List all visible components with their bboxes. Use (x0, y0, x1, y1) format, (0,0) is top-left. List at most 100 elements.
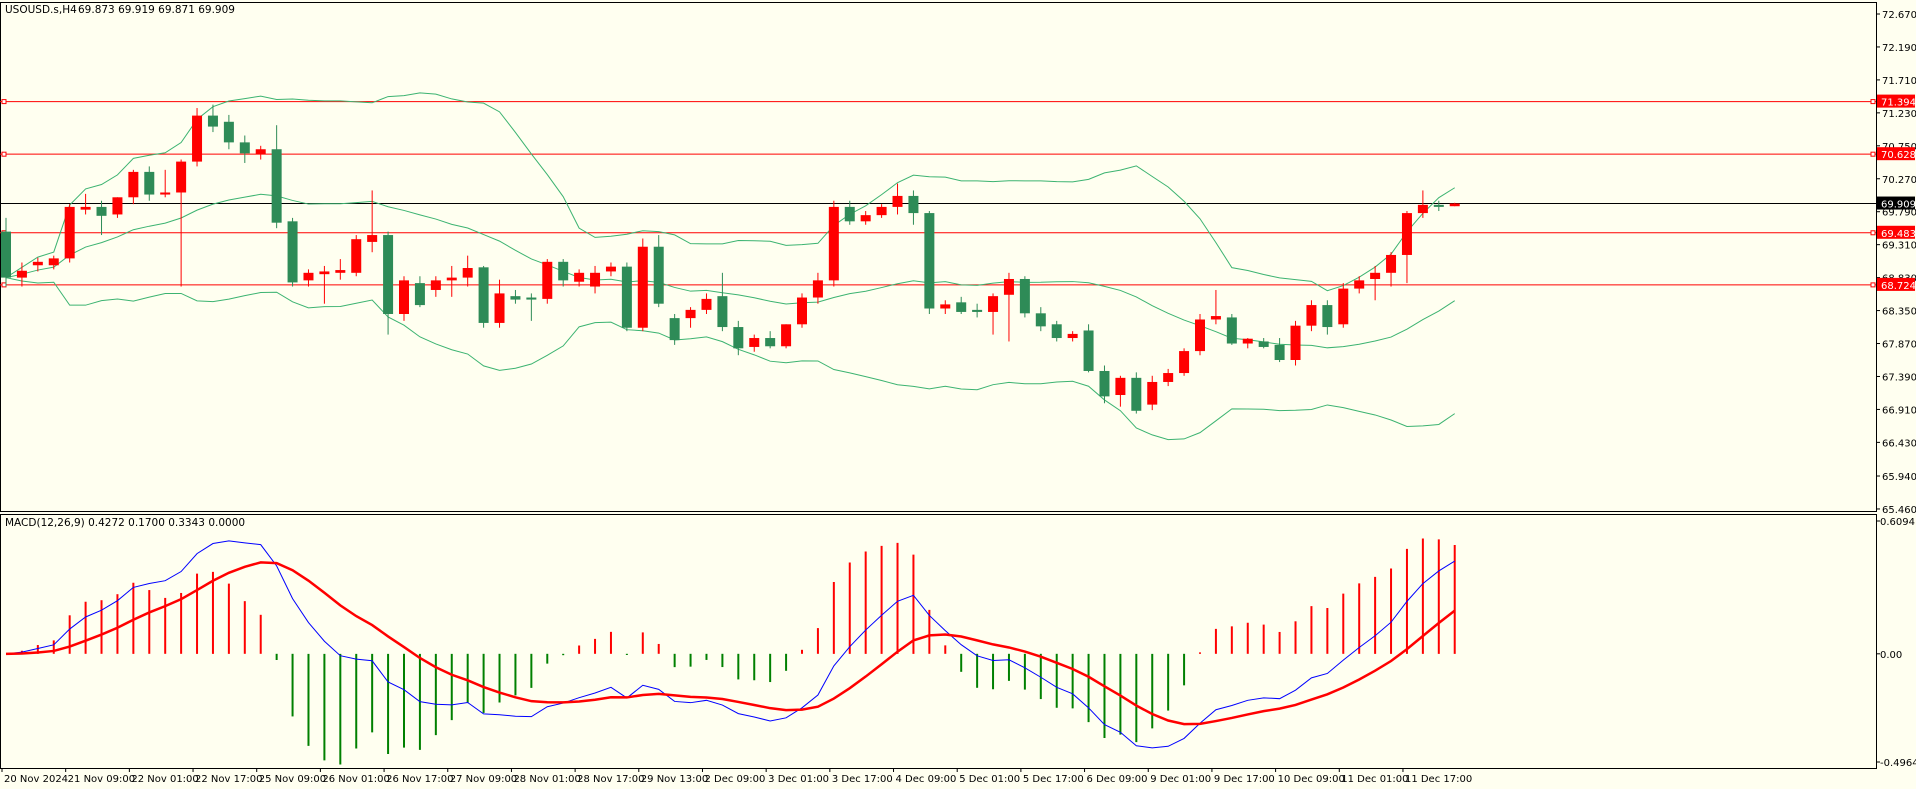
candle-body (478, 267, 489, 323)
candle (940, 300, 951, 315)
candle-body (510, 296, 521, 300)
level-price-label: 68.724 (1881, 281, 1916, 292)
candle (828, 200, 839, 287)
candle-body (765, 338, 776, 347)
candle (128, 169, 139, 205)
x-tick-label: 3 Dec 01:00 (768, 774, 829, 785)
macd-y-tick-label: -0.4964 (1880, 758, 1916, 769)
x-tick-label: 26 Nov 17:00 (386, 774, 453, 785)
candle (669, 314, 680, 345)
candle-body (1433, 204, 1444, 207)
main-panel-border (0, 2, 1877, 512)
candle-body (32, 261, 43, 266)
y-tick-label: 67.390 (1882, 372, 1916, 383)
candle (335, 259, 346, 280)
candle-body (892, 195, 903, 207)
candle (287, 217, 298, 287)
candle-body (526, 297, 537, 300)
candle-body (988, 296, 999, 312)
candle-body (1051, 324, 1062, 339)
candle (207, 104, 218, 133)
candle-body (223, 121, 234, 143)
candle-body (271, 149, 282, 223)
candle (988, 293, 999, 335)
candle-body (1306, 305, 1317, 326)
candle-body (1226, 317, 1237, 344)
candle (605, 262, 616, 277)
candle-body (462, 268, 473, 278)
candle-body (239, 142, 250, 154)
candle (1083, 324, 1094, 373)
candle-body (685, 309, 696, 319)
candle-body (1210, 316, 1221, 320)
candle-body (828, 206, 839, 281)
x-tick-label: 22 Nov 01:00 (131, 774, 198, 785)
candle (892, 183, 903, 215)
candle-body (303, 272, 314, 281)
candle-body (16, 270, 27, 278)
x-tick-label: 11 Dec 17:00 (1405, 774, 1472, 785)
candle (1147, 375, 1158, 411)
candle (1274, 338, 1285, 363)
candle (1, 217, 11, 287)
bollinger-lower-band (5, 277, 1456, 441)
candle-body (1401, 213, 1412, 255)
candle (1179, 348, 1190, 376)
candle-body (972, 309, 983, 312)
price-chart[interactable]: 72.67072.19071.71071.23070.75070.27069.7… (0, 0, 1916, 789)
candle-body (351, 239, 362, 273)
candle-body (144, 171, 155, 195)
candle-body (112, 197, 123, 215)
level-price-label: 71.394 (1881, 98, 1916, 109)
y-tick-label: 72.190 (1882, 43, 1916, 54)
candle-body (621, 266, 632, 328)
level-anchor-right (1870, 151, 1876, 157)
candle-body (637, 246, 648, 328)
candle (924, 211, 935, 315)
level-price-label: 70.628 (1881, 150, 1916, 161)
y-tick-label: 69.310 (1882, 241, 1916, 252)
candle-body (1115, 377, 1126, 396)
candle-body (1147, 381, 1158, 405)
candle (1210, 289, 1221, 325)
candle-body (128, 171, 139, 198)
candle (1067, 331, 1078, 342)
candle-body (446, 277, 457, 281)
candle (239, 135, 250, 163)
candle-body (956, 302, 967, 312)
x-tick-label: 28 Nov 17:00 (577, 774, 644, 785)
candle (430, 276, 441, 297)
x-tick-label: 10 Dec 09:00 (1278, 774, 1345, 785)
candle-body (367, 235, 378, 242)
candle-body (287, 221, 298, 283)
candle (510, 289, 521, 304)
candle-body (1354, 280, 1365, 289)
x-tick-label: 9 Dec 01:00 (1150, 774, 1211, 785)
x-tick-label: 29 Nov 13:00 (641, 774, 708, 785)
candle-body (844, 206, 855, 222)
candle-body (430, 280, 441, 290)
candle (717, 272, 728, 332)
candle (96, 200, 107, 236)
candle (765, 331, 776, 349)
candle-body (574, 272, 585, 282)
candle-body (542, 261, 553, 299)
candle (478, 265, 489, 328)
candle (271, 125, 282, 229)
candle-body (1131, 377, 1142, 411)
candle-body (96, 206, 107, 216)
bollinger-upper-band (5, 92, 1455, 292)
macd-y-tick-label: 0.6094 (1880, 517, 1915, 528)
candle-body (1290, 325, 1301, 360)
candle-body (207, 115, 218, 127)
candle-body (1370, 272, 1381, 279)
candle (844, 200, 855, 225)
candle (1306, 300, 1317, 332)
candle-body (1099, 370, 1110, 397)
candle-body (1386, 254, 1397, 273)
candle-body (924, 213, 935, 309)
candle (542, 259, 553, 304)
candle-body (160, 192, 171, 195)
candle (701, 293, 712, 315)
candle-body (558, 261, 569, 281)
